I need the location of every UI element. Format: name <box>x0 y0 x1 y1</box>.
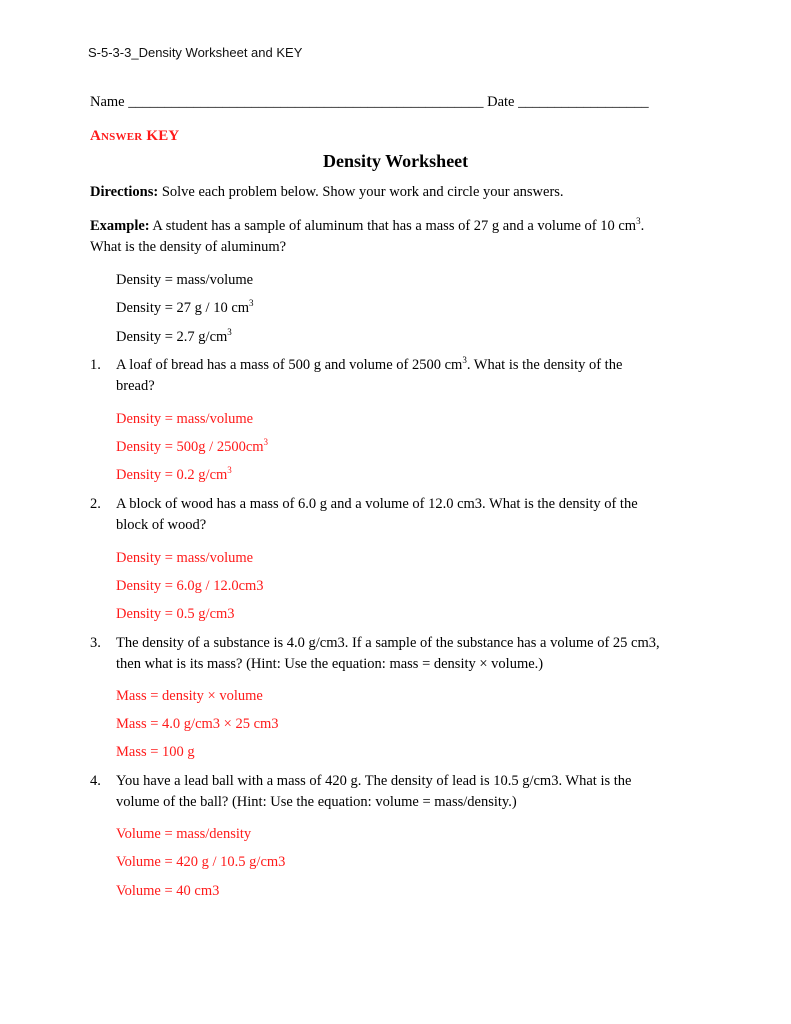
example-line2: What is the density of aluminum? <box>90 239 287 255</box>
directions-label: Directions: <box>90 184 159 200</box>
date-label: Date <box>487 94 515 110</box>
answer-step: Density = 500g / 2500cm3 <box>116 437 269 456</box>
answer-key-label: Answer KEY <box>90 128 180 144</box>
directions-text: Solve each problem below. Show your work… <box>158 184 564 200</box>
problem-text: block of wood? <box>116 517 207 533</box>
example-step: Density = 27 g / 10 cm3 <box>116 298 254 317</box>
directions: Directions: Solve each problem below. Sh… <box>90 183 564 201</box>
name-label: Name <box>90 94 125 110</box>
example-step: Density = 2.7 g/cm3 <box>116 327 232 346</box>
answer-step: Density = mass/volume <box>116 550 254 566</box>
example-line1: Example: A student has a sample of alumi… <box>90 216 645 235</box>
page-title: Density Worksheet <box>323 151 469 171</box>
problem-number: 3. <box>90 635 101 651</box>
problem-text: The density of a substance is 4.0 g/cm3.… <box>116 635 660 651</box>
problem-text: You have a lead ball with a mass of 420 … <box>116 773 632 789</box>
example-label: Example: <box>90 218 150 234</box>
answer-step: Density = 0.2 g/cm3 <box>116 465 232 484</box>
answer-step: Volume = 420 g / 10.5 g/cm3 <box>116 854 286 870</box>
answer-step: Density = 0.5 g/cm3 <box>116 606 235 622</box>
answer-step: Density = mass/volume <box>116 411 254 427</box>
answer-step: Density = 6.0g / 12.0cm3 <box>116 578 264 594</box>
problem-text: A loaf of bread has a mass of 500 g and … <box>116 355 623 374</box>
problem-number: 4. <box>90 773 101 789</box>
problem-number: 1. <box>90 357 101 373</box>
problem-text: volume of the ball? (Hint: Use the equat… <box>116 794 517 810</box>
answer-step: Mass = density × volume <box>116 688 263 704</box>
answer-step: Mass = 100 g <box>116 744 195 760</box>
problem-text: bread? <box>116 378 155 394</box>
date-field[interactable]: __________________ <box>518 94 649 110</box>
problem-text: A block of wood has a mass of 6.0 g and … <box>116 496 638 512</box>
document-header: S-5-3-3_Density Worksheet and KEY <box>88 45 303 60</box>
answer-step: Volume = mass/density <box>116 826 252 842</box>
name-field[interactable]: ________________________________________… <box>128 94 483 110</box>
problem-number: 2. <box>90 496 101 512</box>
name-date-line: Name ___________________________________… <box>90 93 649 111</box>
answer-step: Volume = 40 cm3 <box>116 883 220 899</box>
example-step: Density = mass/volume <box>116 272 254 288</box>
problem-text: then what is its mass? (Hint: Use the eq… <box>116 656 544 672</box>
answer-step: Mass = 4.0 g/cm3 × 25 cm3 <box>116 716 279 732</box>
